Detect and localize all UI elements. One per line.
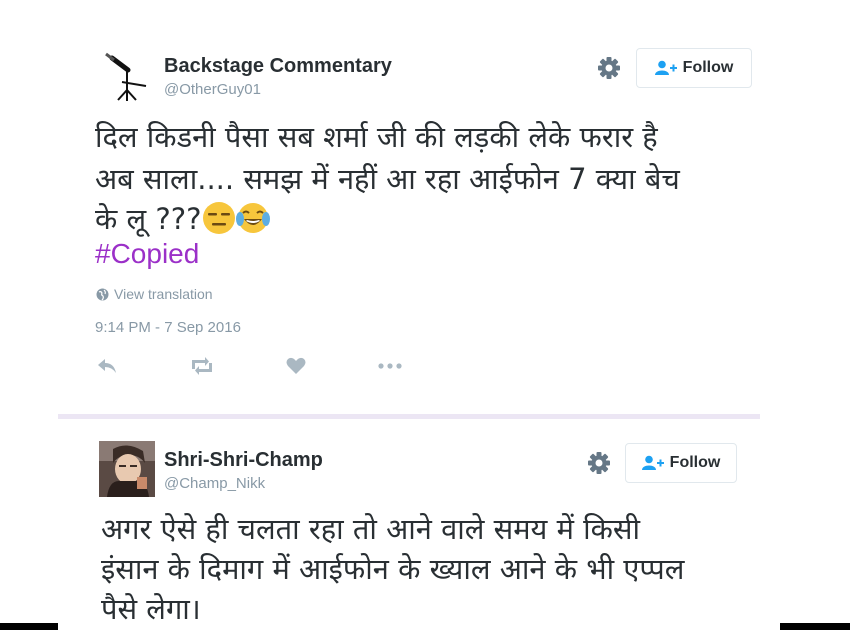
edge-strip-right xyxy=(780,623,850,630)
retweet-icon[interactable] xyxy=(189,354,215,378)
tweet-1: Backstage Commentary @OtherGuy01 Follow … xyxy=(0,0,850,410)
avatar[interactable] xyxy=(98,46,154,102)
user-handle[interactable]: @OtherGuy01 xyxy=(164,81,261,98)
timestamp[interactable]: 9:14 PM - 7 Sep 2016 xyxy=(95,319,241,336)
tweet-text-line: अब साला.... समझ में नहीं आ रहा आईफोन 7 क… xyxy=(95,162,680,196)
follow-button[interactable]: Follow xyxy=(625,443,737,483)
expressionless-face-emoji xyxy=(202,201,236,235)
like-icon[interactable] xyxy=(286,354,306,378)
gear-icon[interactable] xyxy=(586,450,612,476)
view-translation-link[interactable]: View translation xyxy=(96,286,213,302)
tweet-text-line: दिल किडनी पैसा सब शर्मा जी की लड़की लेके… xyxy=(95,120,658,154)
tweet-text-line: इंसान के दिमाग में आईफोन के ख्याल आने के… xyxy=(101,552,685,586)
user-name[interactable]: Backstage Commentary xyxy=(164,55,392,78)
user-handle[interactable]: @Champ_Nikk xyxy=(164,475,265,492)
tweet-text-fragment: के लू ??? xyxy=(95,202,202,236)
add-user-icon xyxy=(641,455,664,470)
profile-photo xyxy=(99,441,155,497)
add-user-icon xyxy=(654,60,677,75)
edge-strip-left xyxy=(0,623,58,630)
microphone-icon xyxy=(98,46,154,102)
tweet-text-line-3: के लू ??? xyxy=(95,198,270,240)
follow-label: Follow xyxy=(682,59,734,76)
globe-icon xyxy=(96,288,109,300)
view-translation-label: View translation xyxy=(114,286,213,302)
reply-icon[interactable] xyxy=(96,354,118,378)
crying-laughing-face-emoji xyxy=(235,201,270,235)
more-icon[interactable] xyxy=(378,354,402,378)
user-name[interactable]: Shri-Shri-Champ xyxy=(164,449,323,472)
follow-label: Follow xyxy=(669,454,721,471)
tweet-text-line: पैसे लेगा। xyxy=(101,592,201,626)
tweet-divider xyxy=(58,414,760,419)
hashtag-link[interactable]: #Copied xyxy=(95,238,199,270)
tweet-text-line: अगर ऐसे ही चलता रहा तो आने वाले समय में … xyxy=(101,512,641,546)
avatar[interactable] xyxy=(99,441,155,497)
gear-icon[interactable] xyxy=(596,55,622,81)
follow-button[interactable]: Follow xyxy=(636,48,752,88)
